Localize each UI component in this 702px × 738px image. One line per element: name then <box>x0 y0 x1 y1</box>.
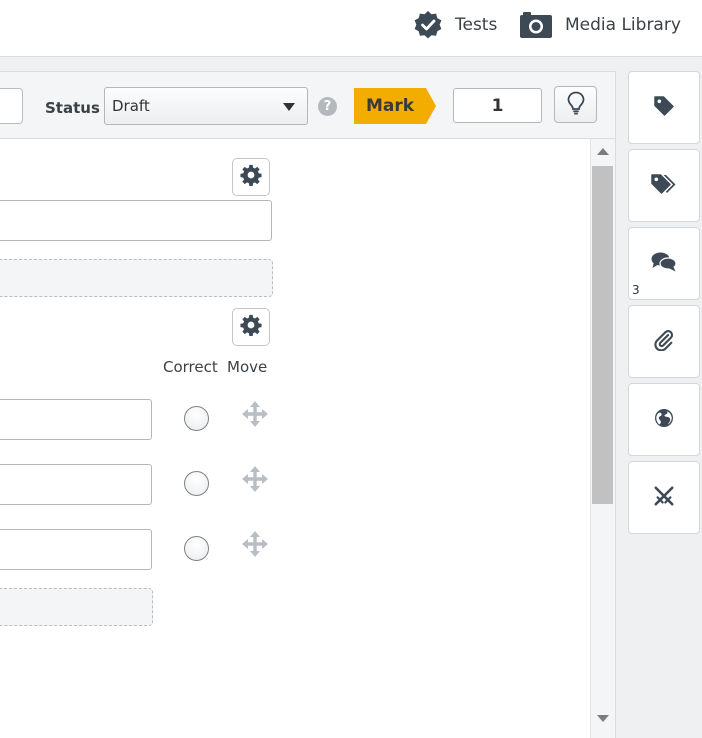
camera-icon <box>519 11 553 39</box>
stem-media-dropzone[interactable] <box>0 259 273 297</box>
gear-icon <box>240 164 262 190</box>
mark-label: Mark <box>365 96 415 116</box>
lightbulb-icon <box>567 91 585 119</box>
status-label: Status : <box>45 99 110 117</box>
marks-input[interactable]: 1 <box>453 88 542 123</box>
question-title-input[interactable] <box>0 88 23 124</box>
nav-tests-label: Tests <box>455 15 498 35</box>
scroll-up-arrow-icon[interactable] <box>597 148 609 155</box>
nav-tests[interactable]: Tests <box>413 0 497 50</box>
answer-input[interactable] <box>0 399 152 440</box>
comments-count-badge: 3 <box>632 283 640 297</box>
correct-answer-radio[interactable] <box>184 471 209 496</box>
nav-media-library-label: Media Library <box>565 15 681 35</box>
caret-down-icon <box>283 103 295 111</box>
answer-input[interactable] <box>0 529 152 570</box>
sidebar-tag-button[interactable] <box>628 71 700 144</box>
crossed-swords-icon <box>653 485 675 511</box>
move-arrows-icon[interactable] <box>242 401 268 427</box>
tags-icon <box>651 173 677 198</box>
status-select-value: Draft <box>112 97 150 115</box>
sidebar-comments-button[interactable]: 3 <box>628 227 700 300</box>
nav-media-library[interactable]: Media Library <box>519 0 681 50</box>
move-column-header: Move <box>227 358 268 376</box>
gear-icon <box>240 314 262 340</box>
status-select[interactable]: Draft <box>104 87 308 125</box>
move-arrows-icon[interactable] <box>242 466 268 492</box>
answer-input[interactable] <box>0 464 152 505</box>
tag-icon <box>654 95 674 120</box>
move-arrows-icon[interactable] <box>242 531 268 557</box>
question-toolbar: Status : Draft ? Mark 1 <box>0 72 615 139</box>
paperclip-icon <box>653 329 675 355</box>
globe-icon <box>654 408 674 432</box>
scrollbar-thumb[interactable] <box>592 166 613 504</box>
hint-button[interactable] <box>554 86 597 123</box>
sidebar-tags-button[interactable] <box>628 149 700 222</box>
sidebar-language-button[interactable] <box>628 383 700 456</box>
scroll-down-arrow-icon[interactable] <box>597 715 609 722</box>
answers-settings-button[interactable] <box>232 308 270 346</box>
correct-column-header: Correct <box>163 358 218 376</box>
mark-label-flag: Mark <box>354 88 436 124</box>
question-content-area: Correct Move <box>0 139 590 738</box>
sidebar-battle-button[interactable] <box>628 461 700 534</box>
question-stem-input[interactable] <box>0 200 272 241</box>
correct-answer-radio[interactable] <box>184 536 209 561</box>
add-answer-dropzone[interactable] <box>0 588 153 626</box>
comments-icon <box>651 251 677 277</box>
top-navigation-bar: Tests Media Library <box>0 0 702 57</box>
sidebar-attachments-button[interactable] <box>628 305 700 378</box>
help-icon[interactable]: ? <box>318 97 337 116</box>
correct-answer-radio[interactable] <box>184 406 209 431</box>
badge-check-icon <box>413 10 443 40</box>
question-editor-panel: Status : Draft ? Mark 1 <box>0 71 616 738</box>
stem-settings-button[interactable] <box>232 158 270 196</box>
